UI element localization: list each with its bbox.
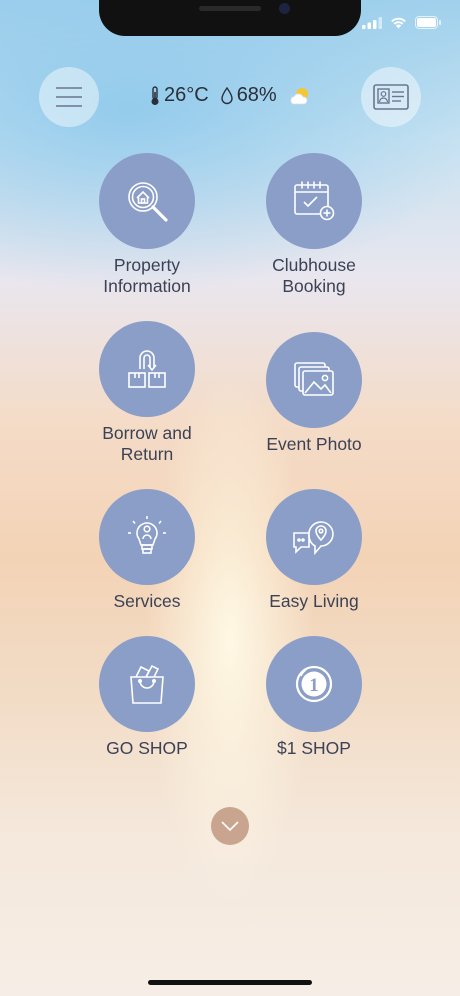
tile-borrow-and-return[interactable]: Borrow and Return	[62, 321, 232, 465]
wifi-icon	[390, 16, 407, 29]
profile-card-button[interactable]	[361, 67, 421, 127]
sun-cloud-icon	[289, 86, 311, 106]
tile-label: $1 SHOP	[277, 738, 351, 758]
tile-property-information[interactable]: Property Information	[62, 153, 232, 297]
device-notch	[99, 0, 361, 36]
tile-label: Clubhouse Booking	[272, 255, 356, 296]
boxes-return-icon	[125, 347, 169, 391]
lightbulb-person-icon	[125, 515, 169, 559]
home-indicator[interactable]	[148, 980, 312, 985]
temperature-value: 26°C	[164, 84, 209, 106]
tile-label: Property Information	[103, 255, 191, 296]
tile-icon-circle	[266, 332, 362, 428]
svg-text:1: 1	[309, 675, 319, 696]
tile-icon-circle	[99, 153, 195, 249]
tile-go-shop[interactable]: GO SHOP	[62, 636, 232, 759]
house-search-icon	[124, 178, 170, 224]
humidity-value: 68%	[236, 84, 277, 106]
front-camera	[279, 3, 290, 14]
tile-icon-circle: 1	[266, 636, 362, 732]
tile-label: Services	[113, 591, 181, 611]
tile-label: Event Photo	[266, 434, 362, 454]
battery-icon	[415, 16, 442, 29]
shopping-bag-icon	[125, 662, 169, 706]
tile-one-dollar-shop[interactable]: 1 $1 SHOP	[229, 636, 399, 759]
hamburger-menu-icon	[55, 86, 83, 108]
chat-location-icon	[291, 515, 337, 559]
status-bar	[362, 16, 442, 29]
chevron-down-icon	[221, 821, 239, 831]
tile-event-photo[interactable]: Event Photo	[229, 332, 399, 455]
id-card-icon	[373, 84, 409, 110]
tile-icon-circle	[99, 636, 195, 732]
scroll-down-button[interactable]	[211, 807, 249, 845]
coin-one-icon: 1	[292, 662, 336, 706]
tile-label: GO SHOP	[106, 738, 188, 758]
photo-gallery-icon	[292, 358, 336, 402]
menu-button[interactable]	[39, 67, 99, 127]
tile-easy-living[interactable]: Easy Living	[229, 489, 399, 612]
calendar-booking-icon	[292, 179, 336, 223]
tile-icon-circle	[266, 153, 362, 249]
tile-icon-circle	[99, 489, 195, 585]
weather-widget: 26°C 68%	[150, 84, 311, 107]
tile-services[interactable]: Services	[62, 489, 232, 612]
tile-icon-circle	[99, 321, 195, 417]
tile-clubhouse-booking[interactable]: Clubhouse Booking	[229, 153, 399, 297]
thermometer-icon	[150, 85, 160, 106]
speaker-grille	[199, 6, 261, 11]
signal-icon	[362, 16, 382, 29]
tile-icon-circle	[266, 489, 362, 585]
tile-label: Borrow and Return	[102, 423, 192, 464]
humidity-drop-icon	[220, 86, 233, 105]
tile-label: Easy Living	[269, 591, 359, 611]
